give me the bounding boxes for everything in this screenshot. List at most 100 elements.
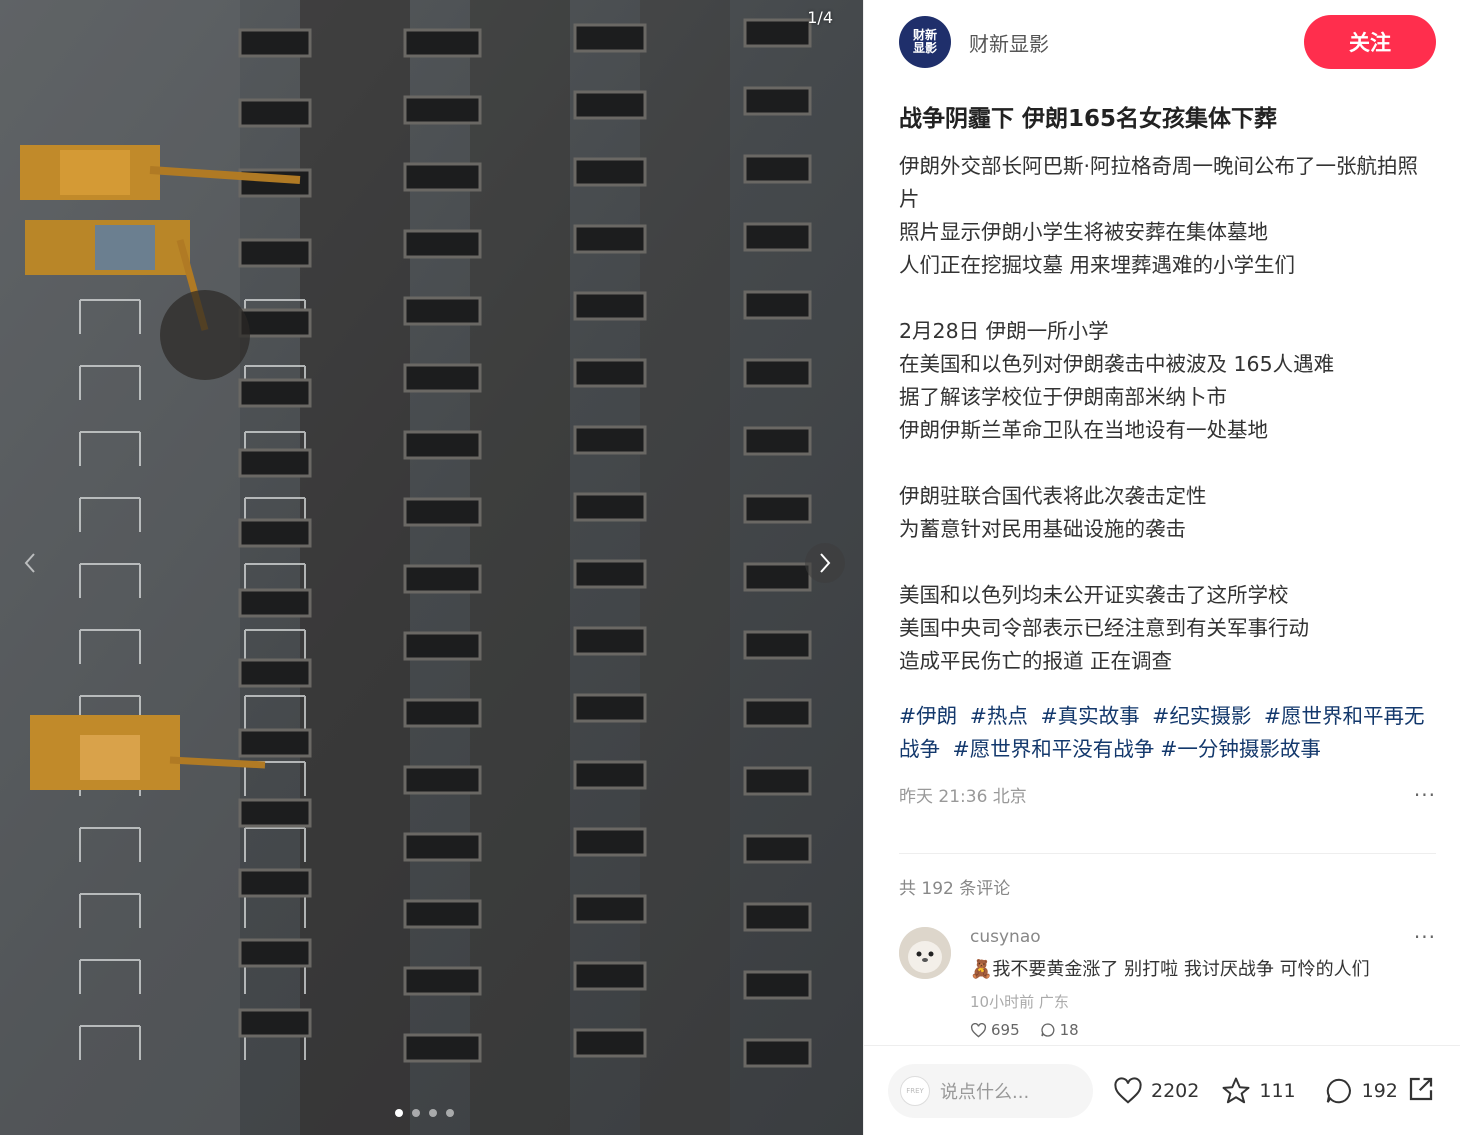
carousel-dots xyxy=(395,1109,454,1117)
grave-pit xyxy=(403,229,482,259)
hashtag-link[interactable]: #一分钟摄影故事 xyxy=(1160,737,1321,761)
chat-bubble-icon xyxy=(1040,1023,1055,1037)
author-name[interactable]: 财新显影 xyxy=(969,28,1049,57)
grave-pit xyxy=(743,358,812,388)
grave-pit xyxy=(743,766,812,796)
grave-pit xyxy=(743,426,812,456)
hashtag-link[interactable]: #热点 xyxy=(970,704,1028,728)
post-meta: 昨天 21:36 北京 ··· xyxy=(899,782,1436,808)
grave-pit xyxy=(573,1028,647,1058)
grave-pit xyxy=(238,518,312,548)
grave-pit xyxy=(238,28,312,58)
grave-pit xyxy=(743,698,812,728)
post-body: 伊朗外交部长阿巴斯·阿拉格奇周一晚间公布了一张航拍照片 照片显示伊朗小学生将被安… xyxy=(899,154,1419,673)
comment-count: 共 192 条评论 xyxy=(899,879,1011,899)
grave-pit xyxy=(743,86,812,116)
chevron-right-icon xyxy=(820,553,831,573)
share-button[interactable] xyxy=(1406,1074,1436,1108)
carousel-dot[interactable] xyxy=(412,1109,420,1117)
comment-like-count: 695 xyxy=(991,1021,1020,1039)
hashtag-link[interactable]: #真实故事 xyxy=(1040,704,1139,728)
grave-pit xyxy=(573,492,647,522)
carousel-dot[interactable] xyxy=(446,1109,454,1117)
interaction-bar: FREY 说点什么... 2202 111 192 xyxy=(864,1045,1460,1135)
hashtag-link[interactable]: #纪实摄影 xyxy=(1152,704,1251,728)
grave-pit xyxy=(238,728,312,758)
comment-input[interactable]: FREY 说点什么... xyxy=(888,1063,1093,1118)
grave-pit xyxy=(573,157,647,187)
comment-item: cusynao ··· 🧸我不要黄金涨了 别打啦 我讨厌战争 可怜的人们 10小… xyxy=(899,925,1436,1039)
seal-avatar-icon xyxy=(899,927,951,979)
avatar-text-line1: 财新 xyxy=(912,28,937,42)
star-icon xyxy=(1222,1077,1250,1103)
grave-pit xyxy=(403,765,482,795)
grave-pit xyxy=(573,90,647,120)
comment-reply-count: 18 xyxy=(1059,1021,1079,1039)
comment-text: 🧸我不要黄金涨了 别打啦 我讨厌战争 可怜的人们 xyxy=(970,959,1370,980)
grave-pit xyxy=(743,630,812,660)
commenter-name[interactable]: cusynao xyxy=(970,927,1041,947)
comment-input-placeholder: 说点什么... xyxy=(940,1081,1030,1103)
carousel-dot[interactable] xyxy=(429,1109,437,1117)
post-content: 战争阴霾下 伊朗165名女孩集体下葬 伊朗外交部长阿巴斯·阿拉格奇周一晚间公布了… xyxy=(899,100,1436,807)
grave-pit xyxy=(238,308,312,338)
grave-pit xyxy=(403,430,482,460)
grave-pit xyxy=(238,658,312,688)
author-avatar[interactable]: 财新 显影 xyxy=(899,16,951,68)
grave-pit xyxy=(238,378,312,408)
aerial-cemetery-photo xyxy=(0,0,863,1135)
user-avatar-mini: FREY xyxy=(900,1075,930,1106)
next-image-button[interactable] xyxy=(805,543,845,583)
heart-icon xyxy=(1114,1076,1142,1104)
author-header: 财新 显影 财新显影 关注 xyxy=(899,14,1436,70)
follow-button[interactable]: 关注 xyxy=(1304,15,1436,69)
grave-pit xyxy=(403,296,482,326)
grave-pit xyxy=(573,894,647,924)
comment-meta: 10小时前 广东 xyxy=(970,993,1069,1011)
post-more-button[interactable]: ··· xyxy=(1414,783,1436,807)
image-counter: 1/4 xyxy=(807,8,833,27)
previous-image-button[interactable] xyxy=(10,543,50,583)
grave-pit xyxy=(238,238,312,268)
grave-pit xyxy=(238,868,312,898)
comment-actions: 695 18 xyxy=(970,1021,1436,1039)
grave-pit xyxy=(403,162,482,192)
hashtag-link[interactable]: #伊朗 xyxy=(899,704,957,728)
post-title: 战争阴霾下 伊朗165名女孩集体下葬 xyxy=(899,106,1278,132)
comment-reply-button[interactable]: 18 xyxy=(1040,1021,1079,1039)
chat-bubble-icon xyxy=(1326,1078,1351,1103)
like-count: 2202 xyxy=(1151,1079,1200,1102)
grave-pit xyxy=(403,363,482,393)
like-button[interactable]: 2202 xyxy=(1113,1076,1200,1105)
carousel-dot[interactable] xyxy=(395,1109,403,1117)
post-image-carousel[interactable]: 1/4 xyxy=(0,0,863,1135)
grave-pit xyxy=(743,902,812,932)
grave-pit xyxy=(743,18,812,48)
hashtag-link[interactable]: #愿世界和平没有战争 xyxy=(953,737,1155,761)
grave-pit xyxy=(743,290,812,320)
grave-pit xyxy=(743,154,812,184)
grave-pit xyxy=(403,1033,482,1063)
collect-button[interactable]: 111 xyxy=(1221,1076,1296,1106)
grave-pit xyxy=(573,291,647,321)
grave-pit xyxy=(743,1038,812,1068)
post-date-location: 昨天 21:36 北京 xyxy=(899,787,1027,807)
comments-button[interactable]: 192 xyxy=(1324,1076,1398,1106)
grave-pit xyxy=(238,938,312,968)
comment-more-button[interactable]: ··· xyxy=(1414,925,1436,949)
comments-total: 192 xyxy=(1361,1079,1398,1102)
grave-pit xyxy=(743,222,812,252)
grave-pit xyxy=(573,224,647,254)
comment-like-button[interactable]: 695 xyxy=(970,1021,1020,1039)
grave-pit xyxy=(403,497,482,527)
chevron-left-icon xyxy=(24,553,35,573)
grave-pit xyxy=(403,899,482,929)
heart-icon xyxy=(970,1022,987,1038)
grave-pit xyxy=(743,970,812,1000)
grave-pit xyxy=(403,631,482,661)
commenter-avatar[interactable] xyxy=(899,927,951,979)
grave-pit xyxy=(238,98,312,128)
grave-pit xyxy=(573,693,647,723)
grave-pit xyxy=(573,827,647,857)
grave-pit xyxy=(573,760,647,790)
